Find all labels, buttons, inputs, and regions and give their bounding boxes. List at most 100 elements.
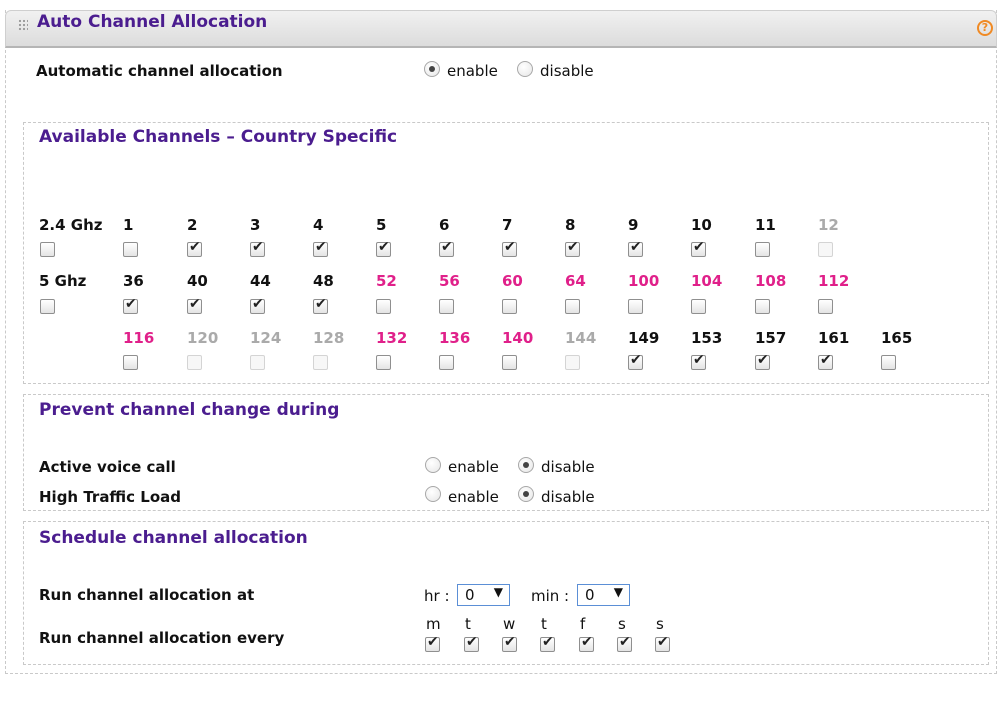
auto-alloc-label: Automatic channel allocation: [36, 62, 283, 80]
channel-10-checkbox[interactable]: [691, 239, 706, 257]
channel-6-checkbox[interactable]: [439, 239, 454, 257]
channel-2-label: 2: [187, 216, 198, 234]
channel-132-label: 132: [376, 329, 408, 347]
channel-48-checkbox[interactable]: [313, 296, 328, 314]
weekday-0-checkbox[interactable]: [425, 634, 440, 652]
channel-140-label: 140: [502, 329, 534, 347]
channel-112-label: 112: [818, 272, 850, 290]
channel-140-checkbox[interactable]: [502, 355, 517, 370]
channel-9-label: 9: [628, 216, 639, 234]
minute-dropdown-arrow-icon: ▼: [613, 585, 623, 599]
weekday-1-checkbox[interactable]: [464, 634, 479, 652]
channel-161-checkbox[interactable]: [818, 352, 833, 370]
weekday-4-label: f: [580, 615, 586, 633]
voice-call-enable-radio[interactable]: [425, 457, 441, 473]
weekday-6-checkbox[interactable]: [655, 634, 670, 652]
channel-64-label: 64: [565, 272, 586, 290]
traffic-disable-label: disable: [541, 488, 595, 506]
channel-56-checkbox[interactable]: [439, 299, 454, 314]
schedule-title: Schedule channel allocation: [39, 528, 308, 548]
minute-value: 0: [585, 586, 595, 604]
voice-call-enable-label: enable: [448, 458, 499, 476]
weekday-5-checkbox[interactable]: [617, 634, 632, 652]
channel-2-checkbox[interactable]: [187, 239, 202, 257]
channel-104-checkbox[interactable]: [691, 299, 706, 314]
weekday-3-checkbox[interactable]: [540, 634, 555, 652]
hour-value: 0: [465, 586, 475, 604]
channel-52-checkbox[interactable]: [376, 299, 391, 314]
channel-100-checkbox[interactable]: [628, 299, 643, 314]
channel-3-checkbox[interactable]: [250, 239, 265, 257]
traffic-label: High Traffic Load: [39, 488, 182, 506]
hour-dropdown-arrow-icon: ▼: [493, 585, 503, 599]
auto-alloc-enable-label: enable: [447, 62, 498, 80]
channel-64-checkbox[interactable]: [565, 299, 580, 314]
channel-48-label: 48: [313, 272, 334, 290]
channel-6-label: 6: [439, 216, 450, 234]
channel-120-checkbox: [187, 355, 202, 370]
channel-11-checkbox[interactable]: [755, 242, 770, 257]
channel-108-checkbox[interactable]: [755, 299, 770, 314]
channel-40-checkbox[interactable]: [187, 296, 202, 314]
channel-11-label: 11: [755, 216, 776, 234]
channel-149-checkbox[interactable]: [628, 352, 643, 370]
drag-grip-icon[interactable]: [18, 19, 28, 31]
hour-label: hr :: [424, 587, 450, 605]
channel-10-label: 10: [691, 216, 712, 234]
channel-108-label: 108: [755, 272, 787, 290]
channel-112-checkbox[interactable]: [818, 299, 833, 314]
channel-157-checkbox[interactable]: [755, 352, 770, 370]
channel-44-label: 44: [250, 272, 271, 290]
channel-161-label: 161: [818, 329, 850, 347]
panel-title: Auto Channel Allocation: [37, 12, 268, 32]
channel-36-checkbox[interactable]: [123, 296, 138, 314]
voice-call-disable-radio[interactable]: [518, 457, 534, 473]
channel-1-checkbox[interactable]: [123, 242, 138, 257]
band-5-checkbox[interactable]: [40, 299, 55, 314]
channel-12-label: 12: [818, 216, 839, 234]
channel-5-checkbox[interactable]: [376, 239, 391, 257]
channel-60-checkbox[interactable]: [502, 299, 517, 314]
channel-7-checkbox[interactable]: [502, 239, 517, 257]
channel-36-label: 36: [123, 272, 144, 290]
weekday-5-label: s: [618, 615, 626, 633]
voice-call-label: Active voice call: [39, 458, 176, 476]
channel-124-label: 124: [250, 329, 282, 347]
channel-116-label: 116: [123, 329, 155, 347]
channel-153-checkbox[interactable]: [691, 352, 706, 370]
channel-149-label: 149: [628, 329, 660, 347]
minute-select[interactable]: 0 ▼: [577, 584, 630, 606]
channel-124-checkbox: [250, 355, 265, 370]
hour-select[interactable]: 0 ▼: [457, 584, 510, 606]
channel-100-label: 100: [628, 272, 660, 290]
channel-1-label: 1: [123, 216, 134, 234]
traffic-disable-radio[interactable]: [518, 486, 534, 502]
channel-116-checkbox[interactable]: [123, 355, 138, 370]
channel-153-label: 153: [691, 329, 723, 347]
channel-128-checkbox: [313, 355, 328, 370]
channel-4-checkbox[interactable]: [313, 239, 328, 257]
auto-alloc-enable-radio[interactable]: [424, 61, 440, 77]
help-icon[interactable]: ?: [977, 20, 993, 36]
channel-132-checkbox[interactable]: [376, 355, 391, 370]
channel-44-checkbox[interactable]: [250, 296, 265, 314]
band-24-checkbox[interactable]: [40, 242, 55, 257]
run-at-label: Run channel allocation at: [39, 586, 255, 604]
auto-alloc-disable-radio[interactable]: [517, 61, 533, 77]
channel-8-checkbox[interactable]: [565, 239, 580, 257]
traffic-enable-radio[interactable]: [425, 486, 441, 502]
channel-165-checkbox[interactable]: [881, 355, 896, 370]
channel-128-label: 128: [313, 329, 345, 347]
channel-52-label: 52: [376, 272, 397, 290]
band-5-label: 5 Ghz: [39, 272, 87, 290]
channel-9-checkbox[interactable]: [628, 239, 643, 257]
channel-8-label: 8: [565, 216, 576, 234]
channel-136-label: 136: [439, 329, 471, 347]
run-every-label: Run channel allocation every: [39, 629, 285, 647]
weekday-0-label: m: [426, 615, 441, 633]
channel-136-checkbox[interactable]: [439, 355, 454, 370]
weekday-2-checkbox[interactable]: [502, 634, 517, 652]
weekday-4-checkbox[interactable]: [579, 634, 594, 652]
voice-call-disable-label: disable: [541, 458, 595, 476]
channel-12-checkbox: [818, 242, 833, 257]
